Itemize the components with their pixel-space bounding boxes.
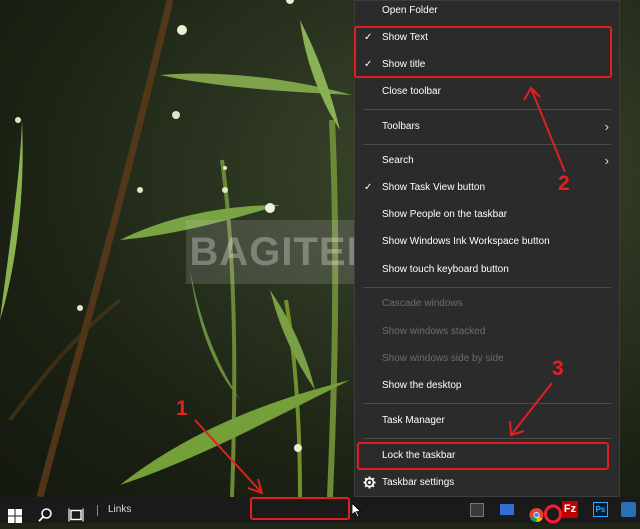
- annotation-label-3: 3: [552, 357, 564, 380]
- annotation-label-1: 1: [176, 397, 188, 420]
- annotation-arrows: [194, 86, 566, 495]
- annotation-label-2: 2: [558, 172, 570, 195]
